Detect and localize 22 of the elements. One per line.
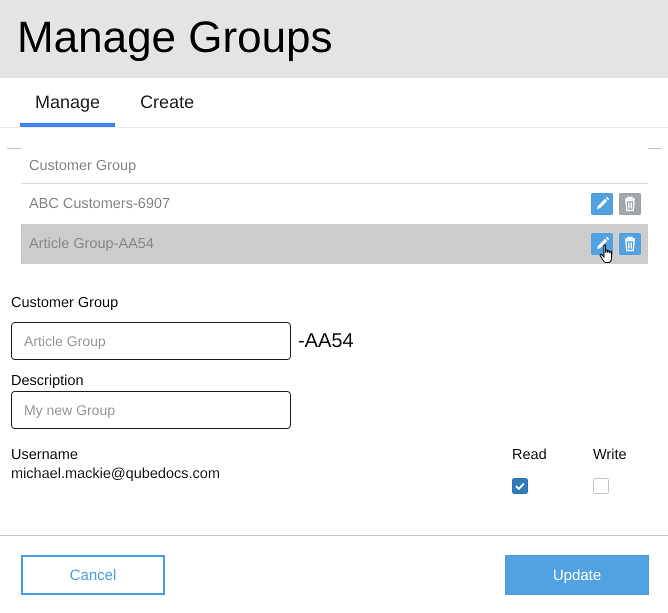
update-button[interactable]: Update	[505, 555, 649, 595]
page-title: Manage Groups	[17, 16, 333, 62]
column-header: Username	[11, 447, 79, 463]
field-label: Customer Group	[11, 295, 118, 311]
username-text: michael.mackie@qubedocs.com	[11, 466, 221, 482]
group-name: ABC Customers-6907	[29, 196, 172, 212]
field-label: Description	[11, 373, 84, 389]
cancel-button[interactable]: Cancel	[21, 555, 165, 595]
group-name: Article Group-AA54	[29, 236, 155, 252]
trash-icon[interactable]	[619, 233, 641, 255]
edit-pencil-icon[interactable]	[591, 233, 613, 255]
column-header: Read	[512, 447, 548, 463]
tab[interactable]: Manage	[20, 78, 116, 127]
description-field[interactable]: My new Group	[11, 391, 291, 429]
group-name-field[interactable]: Article Group	[11, 322, 291, 360]
table-row[interactable]: Article Group-AA54	[21, 224, 648, 264]
column-header: Customer Group	[29, 158, 136, 174]
tab[interactable]: Create	[125, 78, 210, 127]
write-checkbox[interactable]	[593, 478, 609, 494]
group-suffix: -AA54	[298, 330, 354, 352]
column-header: Write	[593, 447, 628, 463]
read-checkbox[interactable]	[512, 478, 528, 494]
